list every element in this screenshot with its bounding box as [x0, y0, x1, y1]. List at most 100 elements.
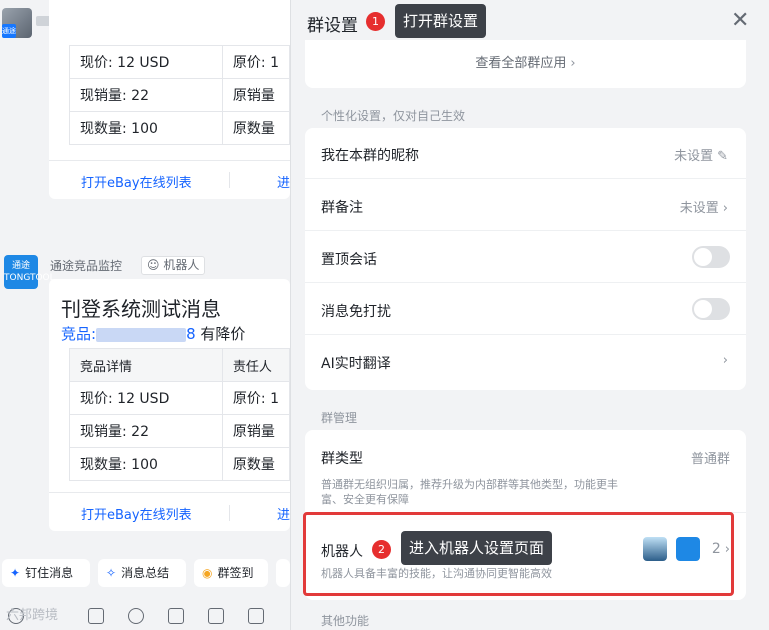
message-subtitle: 竞品: 8 有降价 — [61, 323, 245, 344]
quick-action-label: 消息总结 — [121, 566, 170, 580]
table-header-cell: 责任人 — [221, 348, 290, 382]
row-label: 群类型 — [321, 451, 363, 467]
table-header-cell: 竞品详情 — [69, 348, 223, 382]
table-cell: 现销量: 22 — [69, 414, 223, 448]
group-type-desc-2: 富、安全更有保障 — [321, 493, 409, 506]
divider — [229, 505, 230, 521]
table-row: 现价: 12 USD 原价: 1 — [69, 45, 290, 79]
row-value: › — [719, 353, 728, 368]
upload-icon[interactable] — [248, 608, 264, 624]
close-icon[interactable]: ✕ — [731, 10, 749, 32]
table-cell: 原销量 — [221, 414, 290, 448]
doc-add-icon[interactable] — [208, 608, 224, 624]
row-label: 群备注 — [321, 200, 363, 216]
message-title: 刊登系统测试消息 — [61, 297, 221, 321]
table-cell: 现价: 12 USD — [69, 45, 223, 79]
chevron-right-icon: › — [722, 353, 728, 368]
more-actions-button[interactable] — [276, 559, 290, 587]
table-cell: 原数量 — [221, 111, 290, 145]
view-all-apps-link[interactable]: 查看全部群应用 › — [305, 52, 746, 71]
table-cell: 现价: 12 USD — [69, 381, 223, 415]
robot-tag-label: 机器人 — [163, 258, 200, 272]
table-row: 现价: 12 USD 原价: 1 — [69, 381, 290, 415]
divider — [49, 492, 290, 493]
row-label: 消息免打扰 — [321, 304, 391, 320]
group-type-value: 普通群 — [690, 452, 730, 467]
message-card-2: 刊登系统测试消息 竞品: 8 有降价 竞品详情 责任人 现价: 12 USD 原价… — [49, 279, 290, 531]
group-apps-section: 查看全部群应用 › — [305, 40, 746, 88]
panel-title: 群设置 — [307, 16, 358, 36]
summarize-button[interactable]: ✧ 消息总结 — [98, 559, 186, 587]
divider — [229, 172, 230, 188]
check-in-button[interactable]: ◉ 群签到 — [194, 559, 268, 587]
mute-row: 消息免打扰 — [305, 284, 746, 335]
remark-value: 未设置 — [679, 201, 719, 216]
row-value: 未设置 › — [680, 197, 728, 216]
mute-toggle[interactable] — [692, 298, 730, 320]
group-type-desc-1: 普通群无组织归属，推荐升级为内部群等其他类型，功能更丰 — [321, 478, 618, 491]
slash-command-icon[interactable] — [168, 608, 184, 624]
table-cell: 原数量 — [221, 447, 290, 481]
personal-settings-section: 我在本群的昵称 未设置 ✎ 群备注 未设置 › 置顶会话 消息免打扰 AI实时翻译 … — [305, 128, 746, 390]
blurred-id — [96, 327, 187, 342]
open-ebay-link[interactable]: 打开eBay在线列表 — [81, 504, 192, 523]
callout-open-settings: 打开群设置 — [395, 4, 487, 38]
table-cell: 现数量: 100 — [69, 447, 223, 481]
group-type-row[interactable]: 群类型 普通群 普通群无组织归属，推荐升级为内部群等其他类型，功能更丰 富、安全… — [305, 430, 746, 513]
robot-tag: ☺ 机器人 — [141, 256, 206, 275]
highlight-box — [303, 512, 734, 596]
nickname-row[interactable]: 我在本群的昵称 未设置 ✎ — [305, 128, 746, 179]
more-link[interactable]: 进 — [277, 504, 290, 523]
table-cell: 原价: 1 — [221, 381, 290, 415]
scissors-icon[interactable] — [88, 608, 104, 624]
watermark: 六邦跨境 — [6, 608, 59, 623]
table-cell: 原销量 — [221, 78, 290, 112]
message-card-1: 现价: 12 USD 原价: 1 现销量: 22 原销量 现数量: 100 原数… — [49, 0, 290, 199]
mention-icon[interactable] — [128, 608, 144, 624]
table-row: 现数量: 100 原数量 — [69, 447, 290, 481]
group-remark-row[interactable]: 群备注 未设置 › — [305, 180, 746, 231]
table-cell: 原价: 1 — [221, 45, 290, 79]
view-all-apps-label: 查看全部群应用 — [475, 56, 567, 71]
row-label: 置顶会话 — [321, 252, 377, 268]
top-avatar[interactable]: 通途 — [2, 8, 32, 38]
table-header-row: 竞品详情 责任人 — [69, 348, 290, 382]
pin-icon: ✦ — [10, 566, 21, 580]
table-cell: 现销量: 22 — [69, 78, 223, 112]
section-label-manage: 群管理 — [321, 411, 358, 425]
price-drop-text: 有降价 — [195, 325, 246, 343]
table-cell: 现数量: 100 — [69, 111, 223, 145]
quick-action-label: 群签到 — [217, 566, 254, 580]
competitor-id-tail: 8 — [186, 325, 196, 343]
section-label-personal: 个性化设置，仅对自己生效 — [321, 109, 466, 123]
section-label-other: 其他功能 — [321, 614, 370, 628]
robot-tag-icon: ☺ — [147, 258, 160, 272]
sender-name[interactable]: 通途竞品监控 — [50, 257, 122, 274]
location-icon: ◉ — [202, 566, 213, 580]
sparkle-icon: ✧ — [106, 566, 117, 580]
edit-icon: ✎ — [717, 149, 728, 164]
chevron-right-icon: › — [570, 56, 576, 71]
card1-table: 现价: 12 USD 原价: 1 现销量: 22 原销量 现数量: 100 原数… — [69, 45, 290, 145]
chevron-right-icon: › — [722, 201, 728, 216]
pin-chat-toggle[interactable] — [692, 246, 730, 268]
bot-avatar[interactable]: 通途 TONGTOOL — [4, 255, 55, 289]
row-label: 我在本群的昵称 — [321, 148, 419, 164]
table-row: 现销量: 22 原销量 — [69, 78, 290, 112]
row-value: 未设置 ✎ — [674, 145, 728, 164]
pin-chat-row: 置顶会话 — [305, 232, 746, 283]
table-row: 现销量: 22 原销量 — [69, 414, 290, 448]
pin-message-button[interactable]: ✦ 钉住消息 — [2, 559, 90, 587]
open-ebay-link[interactable]: 打开eBay在线列表 — [81, 172, 192, 191]
card2-table: 竞品详情 责任人 现价: 12 USD 原价: 1 现销量: 22 原销量 现数… — [69, 348, 290, 481]
more-link[interactable]: 进 — [277, 172, 290, 191]
table-row: 现数量: 100 原数量 — [69, 111, 290, 145]
competitor-label: 竞品: — [61, 325, 97, 343]
top-avatar-badge: 通途 — [2, 24, 16, 38]
divider — [49, 160, 290, 161]
ai-translate-row[interactable]: AI实时翻译 › — [305, 336, 746, 387]
quick-action-label: 钉住消息 — [25, 566, 74, 580]
row-label: AI实时翻译 — [321, 356, 391, 372]
nickname-value: 未设置 — [674, 149, 714, 164]
step-badge-1: 1 — [366, 12, 385, 31]
